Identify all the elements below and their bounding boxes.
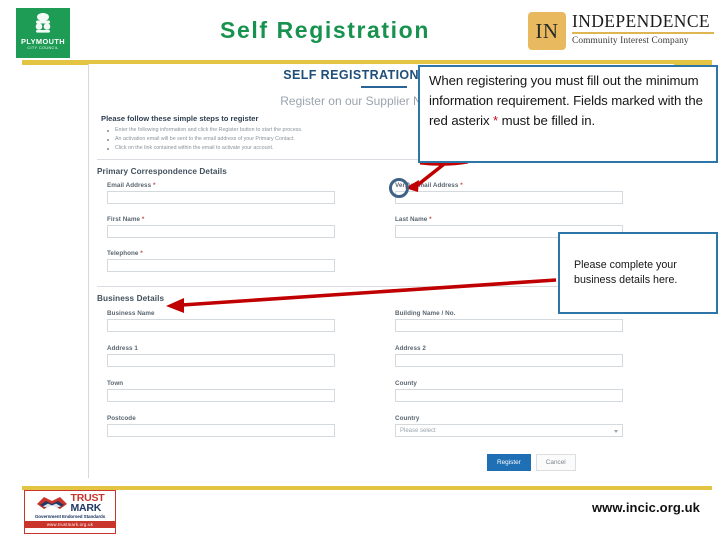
email-address-input[interactable] — [107, 191, 335, 204]
page-title: Self Registration — [220, 17, 430, 43]
town-input[interactable] — [107, 389, 335, 402]
field-label: County — [395, 380, 417, 387]
trustmark-standards: Government Endorsed Standards — [34, 514, 106, 519]
independence-monogram: IN — [528, 12, 566, 50]
form-subtitle: Register on our Supplier Network — [280, 94, 457, 108]
independence-name: INDEPENDENCE — [572, 11, 710, 31]
field-label: Verify Email Address * — [395, 182, 463, 189]
independence-cic-logo: IN INDEPENDENCE Community Interest Compa… — [528, 10, 714, 54]
trustmark-url: www.trustmark.org.uk — [25, 521, 115, 528]
county-input[interactable] — [395, 389, 623, 402]
list-item: An activation email will be sent to the … — [107, 135, 437, 144]
slide-canvas: PLYMOUTH CITY COUNCIL Self Registration … — [0, 0, 720, 540]
field-label: Town — [107, 380, 124, 387]
field-label: Address 2 — [395, 345, 426, 352]
slide-header: PLYMOUTH CITY COUNCIL Self Registration … — [0, 0, 720, 65]
field-label: Last Name * — [395, 216, 432, 223]
field-label: Country — [395, 415, 420, 422]
trustmark-word-mark: MARK — [70, 502, 102, 514]
field-postcode[interactable]: Postcode — [107, 415, 335, 437]
primary-details-heading: Primary Correspondence Details — [97, 167, 227, 176]
form-title-underline — [361, 86, 407, 88]
form-lead-text: Please follow these simple steps to regi… — [101, 114, 259, 123]
postcode-input[interactable] — [107, 424, 335, 437]
callout-box-business-details: Please complete your business details he… — [558, 232, 718, 314]
field-town[interactable]: Town — [107, 380, 335, 402]
callout-1-text-b: must be filled in. — [498, 113, 596, 128]
form-steps-list: Enter the following information and clic… — [107, 126, 437, 153]
field-email-address[interactable]: Email Address * — [107, 182, 335, 204]
callout-2-text: Please complete your business details he… — [574, 259, 678, 286]
independence-divider — [572, 32, 714, 34]
list-item: Enter the following information and clic… — [107, 126, 437, 135]
plymouth-city-council-logo: PLYMOUTH CITY COUNCIL — [16, 8, 70, 58]
telephone-input[interactable] — [107, 259, 335, 272]
register-button[interactable]: Register — [487, 454, 531, 471]
field-label: Business Name — [107, 310, 155, 317]
address-2-input[interactable] — [395, 354, 623, 367]
independence-wordmark: INDEPENDENCE Community Interest Company — [572, 12, 714, 46]
footer-website: www.incic.org.uk — [591, 500, 700, 515]
callout-box-minimum-info: When registering you must fill out the m… — [418, 65, 718, 163]
trustmark-words: TRUST MARK — [70, 493, 105, 514]
trustmark-top: TRUST MARK — [36, 493, 105, 513]
form-title: SELF REGISTRATION — [283, 68, 419, 82]
business-name-input[interactable] — [107, 319, 335, 332]
field-telephone[interactable]: Telephone * — [107, 250, 335, 272]
building-name-no-input[interactable] — [395, 319, 623, 332]
footer-divider — [22, 486, 712, 490]
field-address-1[interactable]: Address 1 — [107, 345, 335, 367]
form-button-row: Register Cancel — [487, 454, 576, 471]
field-county[interactable]: County — [395, 380, 623, 402]
list-item: Click on the link contained within the e… — [107, 144, 437, 153]
field-country[interactable]: Country Please select — [395, 415, 623, 437]
plymouth-logo-sub: CITY COUNCIL — [27, 46, 59, 50]
field-label: Address 1 — [107, 345, 138, 352]
country-select[interactable]: Please select — [395, 424, 623, 437]
field-address-2[interactable]: Address 2 — [395, 345, 623, 367]
field-label: Postcode — [107, 415, 136, 422]
field-business-name[interactable]: Business Name — [107, 310, 335, 332]
chevron-down-icon — [614, 430, 618, 433]
independence-tagline: Community Interest Company — [572, 36, 689, 46]
cancel-button[interactable]: Cancel — [535, 454, 576, 471]
verify-email-address-input[interactable] — [395, 191, 623, 204]
country-select-value: Please select — [400, 427, 436, 434]
handshake-icon — [36, 493, 68, 513]
callout-1-text: When registering you must fill out the m… — [429, 71, 708, 131]
address-1-input[interactable] — [107, 354, 335, 367]
first-name-input[interactable] — [107, 225, 335, 238]
field-label: First Name * — [107, 216, 145, 223]
field-first-name[interactable]: First Name * — [107, 216, 335, 238]
field-label: Email Address * — [107, 182, 156, 189]
field-label: Telephone * — [107, 250, 143, 257]
plymouth-logo-name: PLYMOUTH — [21, 37, 65, 46]
field-verify-email-address[interactable]: Verify Email Address * — [395, 182, 623, 204]
plymouth-crest-icon — [30, 11, 56, 37]
trustmark-logo: TRUST MARK Government Endorsed Standards… — [24, 490, 116, 534]
business-details-heading: Business Details — [97, 294, 165, 303]
